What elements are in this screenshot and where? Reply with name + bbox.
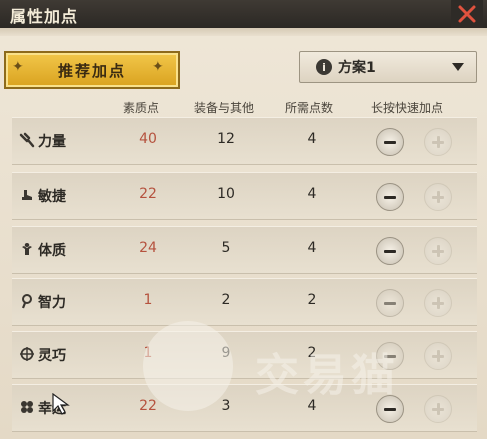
base-points-value: 22 xyxy=(139,398,157,414)
agility-icon xyxy=(22,190,32,200)
attribute-points-panel: 属性加点 ✦ 推荐加点 ✦ i 方案1 素质点 装备与其他 所需点数 长按快速加… xyxy=(0,0,487,439)
equipment-bonus-value: 5 xyxy=(221,240,231,256)
base-points-value: 1 xyxy=(143,292,153,308)
recommend-points-label: 推荐加点 xyxy=(57,61,126,80)
decrease-button[interactable] xyxy=(376,237,404,265)
minus-icon xyxy=(384,249,396,253)
info-icon: i xyxy=(316,59,332,75)
attribute-name: 智力 xyxy=(38,295,66,311)
equipment-bonus-value: 9 xyxy=(221,345,231,361)
strength-icon xyxy=(19,132,35,148)
increase-button[interactable] xyxy=(424,183,452,211)
plus-icon-vertical xyxy=(436,297,440,309)
recommend-points-button[interactable]: ✦ 推荐加点 ✦ xyxy=(4,51,180,89)
scheme-selected-value: 方案1 xyxy=(338,60,376,76)
equipment-bonus-value: 10 xyxy=(217,186,235,202)
increase-button[interactable] xyxy=(424,128,452,156)
plus-icon-vertical xyxy=(436,136,440,148)
attribute-row: 智力 1 2 2 xyxy=(12,278,477,326)
increase-button[interactable] xyxy=(424,237,452,265)
minus-icon xyxy=(384,407,396,411)
attribute-name: 体质 xyxy=(38,243,66,259)
header-base-points: 素质点 xyxy=(123,101,160,115)
plus-icon-vertical xyxy=(436,350,440,362)
minus-icon xyxy=(384,354,396,358)
close-button[interactable] xyxy=(451,0,483,28)
decrease-button[interactable] xyxy=(376,342,404,370)
base-points-value: 22 xyxy=(139,186,157,202)
attribute-row: 敏捷 22 10 4 xyxy=(12,172,477,220)
plus-icon-vertical xyxy=(436,245,440,257)
required-points-value: 4 xyxy=(307,131,317,147)
attribute-row: 幸运 22 3 4 xyxy=(12,384,477,432)
base-points-value: 40 xyxy=(139,131,157,147)
decrease-button[interactable] xyxy=(376,183,404,211)
plus-icon-vertical xyxy=(436,191,440,203)
decrease-button[interactable] xyxy=(376,395,404,423)
wing-ornament-left-icon: ✦ xyxy=(12,59,24,75)
required-points-value: 4 xyxy=(307,240,317,256)
attribute-row: 体质 24 5 4 xyxy=(12,226,477,274)
attribute-row: 灵巧 1 9 2 xyxy=(12,331,477,379)
equipment-bonus-value: 12 xyxy=(217,131,235,147)
header-required-points: 所需点数 xyxy=(285,101,334,115)
dexterity-icon xyxy=(20,347,34,361)
close-x-icon xyxy=(458,5,476,23)
equipment-bonus-value: 3 xyxy=(221,398,231,414)
header-quick-add: 长按快速加点 xyxy=(371,101,444,115)
minus-icon xyxy=(384,195,396,199)
decrease-button[interactable] xyxy=(376,289,404,317)
scheme-dropdown[interactable]: i 方案1 xyxy=(299,51,477,83)
required-points-value: 2 xyxy=(307,292,317,308)
required-points-value: 4 xyxy=(307,398,317,414)
required-points-value: 2 xyxy=(307,345,317,361)
decrease-button[interactable] xyxy=(376,128,404,156)
increase-button[interactable] xyxy=(424,395,452,423)
base-points-value: 24 xyxy=(139,240,157,256)
mouse-cursor-icon xyxy=(52,393,70,415)
attribute-name: 力量 xyxy=(38,134,66,150)
base-points-value: 1 xyxy=(143,345,153,361)
window-title: 属性加点 xyxy=(10,7,79,26)
equipment-bonus-value: 2 xyxy=(221,292,231,308)
header-equipment-other: 装备与其他 xyxy=(194,101,255,115)
minus-icon xyxy=(384,140,396,144)
title-bar: 属性加点 xyxy=(0,0,487,28)
header-divider xyxy=(0,28,487,36)
attribute-row: 力量 40 12 4 xyxy=(12,117,477,165)
caret-down-icon xyxy=(452,63,464,71)
required-points-value: 4 xyxy=(307,186,317,202)
luck-icon xyxy=(21,401,33,413)
intelligence-icon xyxy=(21,294,32,309)
wing-ornament-right-icon: ✦ xyxy=(152,59,164,75)
constitution-icon xyxy=(22,243,32,255)
increase-button[interactable] xyxy=(424,342,452,370)
increase-button[interactable] xyxy=(424,289,452,317)
plus-icon-vertical xyxy=(436,403,440,415)
attribute-name: 敏捷 xyxy=(38,189,66,205)
minus-icon xyxy=(384,301,396,305)
attribute-name: 灵巧 xyxy=(38,348,66,364)
